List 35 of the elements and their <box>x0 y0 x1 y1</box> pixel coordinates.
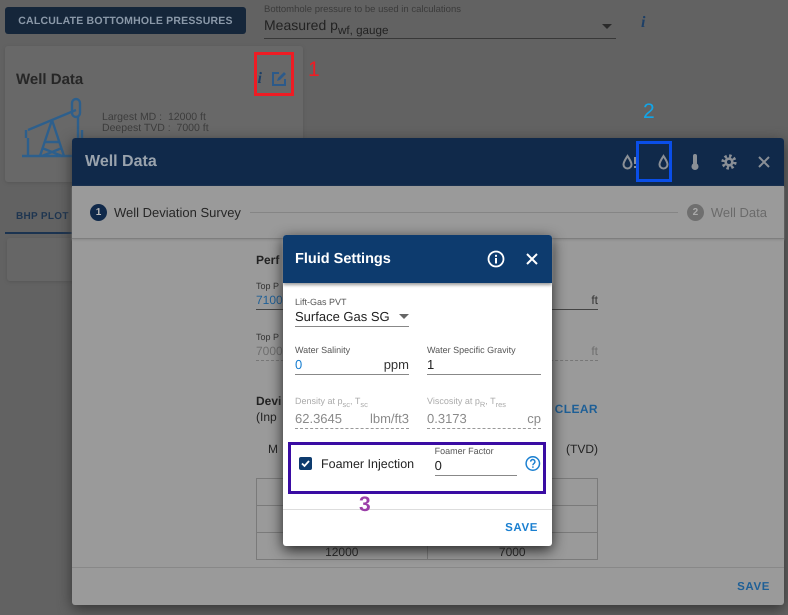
info-icon[interactable]: i <box>641 14 646 32</box>
select-value: Measured p$_{wf, gauge}$ <box>264 17 388 37</box>
foamer-factor-field[interactable]: Foamer Factor 0 <box>434 446 518 476</box>
save-button[interactable]: SAVE <box>505 522 538 534</box>
caret-icon <box>399 314 409 319</box>
info-icon[interactable] <box>487 250 505 268</box>
drop-icon[interactable] <box>658 154 669 170</box>
settings-icon[interactable] <box>721 154 737 170</box>
dialog-title: Well Data <box>85 153 158 171</box>
help-icon[interactable] <box>525 454 541 472</box>
drop-alert-icon[interactable] <box>622 154 637 170</box>
thermometer-icon[interactable] <box>690 153 700 171</box>
callout-number: 3 <box>359 493 371 517</box>
input-field[interactable]: Water Salinity 0 ppm <box>295 345 409 375</box>
column-header: M <box>268 442 278 456</box>
info-icon[interactable]: i <box>258 70 262 88</box>
clear-button[interactable]: CLEAR <box>554 402 598 416</box>
calculate-button[interactable]: CALCULATE BOTTOMHOLE PRESSURES <box>5 7 246 34</box>
column-header: (TVD) <box>566 442 598 456</box>
checkbox-label: Foamer Injection <box>321 456 414 471</box>
lift-gas-select[interactable]: Lift-Gas PVT Surface Gas SG <box>295 297 409 327</box>
checkbox[interactable] <box>299 457 312 470</box>
table-cell-text: 12000 <box>324 544 360 559</box>
section-heading: Perf <box>256 253 280 267</box>
card-title: Well Data <box>16 70 84 88</box>
section-note: (Inp <box>256 410 277 424</box>
callout-number: 2 <box>643 100 655 124</box>
caret-icon <box>602 24 612 29</box>
close-icon[interactable] <box>758 156 770 168</box>
stepper-step[interactable]: 1 Well Deviation Survey <box>90 204 241 220</box>
save-button[interactable]: SAVE <box>737 580 770 592</box>
dialog-title: Fluid Settings <box>295 251 392 267</box>
section-heading: Devi <box>256 394 282 408</box>
input-field[interactable]: Water Specific Gravity 1 <box>427 345 541 375</box>
callout-number: 1 <box>308 58 320 82</box>
